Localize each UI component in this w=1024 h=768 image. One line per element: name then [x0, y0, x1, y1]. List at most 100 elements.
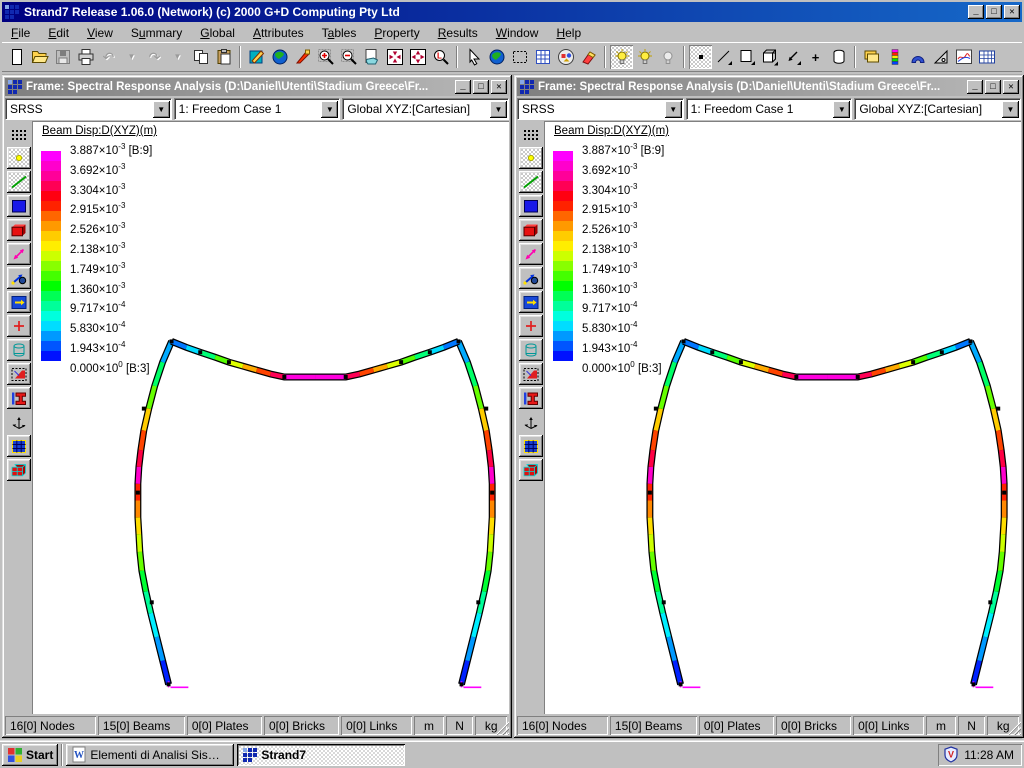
- task-button-elementi[interactable]: WElementi di Analisi Sismica....: [66, 744, 234, 766]
- status-cell-beams[interactable]: 15[0] Beams: [98, 716, 185, 735]
- chevron-down-icon[interactable]: ▼: [321, 101, 338, 118]
- online-editor-button[interactable]: [245, 45, 268, 69]
- result-case-combobox[interactable]: SRSS ▼: [5, 98, 172, 120]
- open-file-button[interactable]: [28, 45, 51, 69]
- chevron-down-icon[interactable]: ▼: [665, 101, 682, 118]
- frame-titlebar[interactable]: Frame: Spectral Response Analysis (D:\Da…: [517, 78, 1021, 96]
- coordinate-system-combobox[interactable]: Global XYZ:[Cartesian] ▼: [342, 98, 509, 120]
- contour-cylinder-toggle-button[interactable]: [7, 339, 31, 361]
- frame-titlebar[interactable]: Frame: Spectral Response Analysis (D:\Da…: [5, 78, 509, 96]
- antivirus-shield-icon[interactable]: V: [943, 746, 959, 764]
- display-bulb-wireframe-button[interactable]: [610, 45, 633, 69]
- brick-contour-toggle-button[interactable]: [519, 459, 543, 481]
- paste-button[interactable]: [212, 45, 235, 69]
- menu-help[interactable]: Help: [547, 24, 590, 42]
- pan-hand-button[interactable]: [360, 45, 383, 69]
- frame-minimize-button[interactable]: _: [967, 80, 983, 94]
- menu-tables[interactable]: Tables: [313, 24, 366, 42]
- axis-triad-toggle-button[interactable]: [519, 411, 543, 433]
- main-titlebar[interactable]: Strand7 Release 1.06.0 (Network) (c) 200…: [2, 2, 1022, 22]
- cylinder-tool-button[interactable]: [827, 45, 850, 69]
- display-bulb-solid-button[interactable]: [633, 45, 656, 69]
- select-grid-button[interactable]: [531, 45, 554, 69]
- status-cell-links[interactable]: 0[0] Links: [853, 716, 924, 735]
- print-button[interactable]: [74, 45, 97, 69]
- contour-cylinder-toggle-button[interactable]: [519, 339, 543, 361]
- protractor-measure-button[interactable]: [929, 45, 952, 69]
- dynamic-rotate-button[interactable]: [268, 45, 291, 69]
- clear-selection-eraser-button[interactable]: [577, 45, 600, 69]
- status-cell-bricks[interactable]: 0[0] Bricks: [776, 716, 851, 735]
- status-cell-beams[interactable]: 15[0] Beams: [610, 716, 697, 735]
- plate-toggle-button[interactable]: [519, 195, 543, 217]
- sketch-brush-button[interactable]: [291, 45, 314, 69]
- axis-triad-toggle-button[interactable]: [7, 411, 31, 433]
- status-cell-n[interactable]: N: [958, 716, 986, 735]
- point-tool-button[interactable]: [689, 45, 712, 69]
- status-cell-plates[interactable]: 0[0] Plates: [187, 716, 262, 735]
- vertex-toggle-button[interactable]: [519, 267, 543, 289]
- frame-close-button[interactable]: ✕: [1003, 80, 1019, 94]
- frame-close-button[interactable]: ✕: [491, 80, 507, 94]
- brick-toggle-button[interactable]: [519, 219, 543, 241]
- status-cell-nodes[interactable]: 16[0] Nodes: [5, 716, 96, 735]
- status-cell-plates[interactable]: 0[0] Plates: [699, 716, 774, 735]
- menu-window[interactable]: Window: [487, 24, 548, 42]
- snap-grid-button[interactable]: [519, 123, 543, 145]
- display-bulb-off-button[interactable]: [656, 45, 679, 69]
- results-graph-button[interactable]: [952, 45, 975, 69]
- freedom-case-combobox[interactable]: 1: Freedom Case 1 ▼: [686, 98, 853, 120]
- task-button-strand7[interactable]: Strand7: [237, 744, 405, 766]
- start-button[interactable]: Start: [2, 744, 58, 766]
- freedom-case-combobox[interactable]: 1: Freedom Case 1 ▼: [174, 98, 341, 120]
- drag-arrow-tool-button[interactable]: [781, 45, 804, 69]
- groups-folders-button[interactable]: [860, 45, 883, 69]
- frame-maximize-button[interactable]: □: [473, 80, 489, 94]
- chevron-down-icon[interactable]: ▼: [1002, 101, 1019, 118]
- zoom-out-button[interactable]: [337, 45, 360, 69]
- zoom-all-button[interactable]: [383, 45, 406, 69]
- brick-toggle-button[interactable]: [7, 219, 31, 241]
- beam-section-toggle-button[interactable]: [519, 387, 543, 409]
- beam-section-toggle-button[interactable]: [7, 387, 31, 409]
- maximize-button[interactable]: □: [986, 5, 1002, 19]
- plate-toggle-button[interactable]: [7, 195, 31, 217]
- menu-view[interactable]: View: [78, 24, 122, 42]
- menu-file[interactable]: File: [2, 24, 39, 42]
- plate-pattern-toggle-button[interactable]: [7, 363, 31, 385]
- load-marker-toggle-button[interactable]: [7, 315, 31, 337]
- copy-button[interactable]: [189, 45, 212, 69]
- menu-summary[interactable]: Summary: [122, 24, 191, 42]
- contour-colorbar-button[interactable]: [883, 45, 906, 69]
- menu-property[interactable]: Property: [365, 24, 428, 42]
- menu-attributes[interactable]: Attributes: [244, 24, 313, 42]
- minimize-button[interactable]: _: [968, 5, 984, 19]
- zoom-extents-button[interactable]: [406, 45, 429, 69]
- status-cell-n[interactable]: N: [446, 716, 474, 735]
- link-toggle-button[interactable]: [519, 243, 543, 265]
- grid-plane-toggle-button[interactable]: [7, 435, 31, 457]
- grid-plane-toggle-button[interactable]: [519, 435, 543, 457]
- menu-results[interactable]: Results: [429, 24, 487, 42]
- arch-view-button[interactable]: [906, 45, 929, 69]
- status-cell-bricks[interactable]: 0[0] Bricks: [264, 716, 339, 735]
- chevron-down-icon[interactable]: ▼: [490, 101, 507, 118]
- add-plus-tool-button[interactable]: +: [804, 45, 827, 69]
- brick-contour-toggle-button[interactable]: [7, 459, 31, 481]
- select-pointer-button[interactable]: [462, 45, 485, 69]
- beam-toggle-button[interactable]: [7, 171, 31, 193]
- load-marker-toggle-button[interactable]: [519, 315, 543, 337]
- snap-grid-button[interactable]: [7, 123, 31, 145]
- chevron-down-icon[interactable]: ▼: [153, 101, 170, 118]
- model-canvas[interactable]: Beam Disp:D(XYZ)(m)3.887×10-3 [B:9]3.692…: [544, 121, 1021, 714]
- model-canvas[interactable]: Beam Disp:D(XYZ)(m)3.887×10-3 [B:9]3.692…: [32, 121, 509, 714]
- select-by-group-button[interactable]: [554, 45, 577, 69]
- beam-toggle-button[interactable]: [519, 171, 543, 193]
- select-region-button[interactable]: [508, 45, 531, 69]
- status-cell-m[interactable]: m: [926, 716, 956, 735]
- chevron-down-icon[interactable]: ▼: [833, 101, 850, 118]
- select-all-globe-button[interactable]: [485, 45, 508, 69]
- cube-tool-button[interactable]: [758, 45, 781, 69]
- status-cell-m[interactable]: m: [414, 716, 444, 735]
- plate-pattern-toggle-button[interactable]: [519, 363, 543, 385]
